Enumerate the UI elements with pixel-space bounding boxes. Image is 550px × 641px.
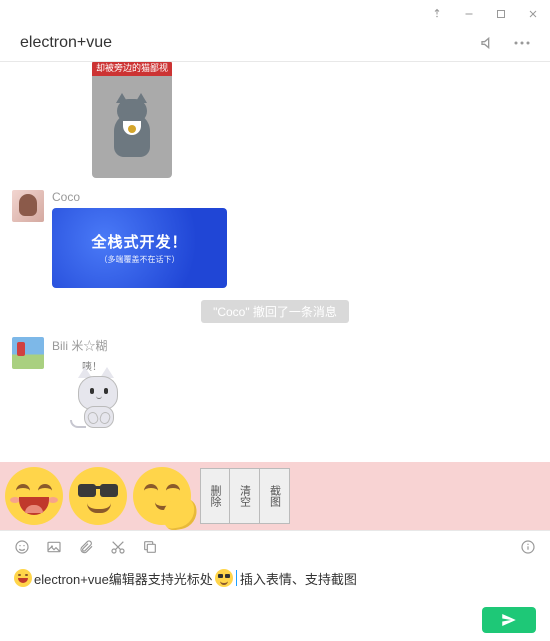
inline-emoji-cool-icon	[215, 569, 233, 587]
message-image[interactable]: 全栈式开发！ （多端覆盖不在话下）	[52, 208, 227, 288]
chat-title: electron+vue	[20, 34, 112, 52]
window-titlebar	[0, 0, 550, 28]
attach-icon[interactable]	[78, 539, 94, 555]
smiley-icon[interactable]	[14, 539, 30, 555]
emoji-panel: 删除 清空 截图	[0, 462, 550, 530]
recall-notice: "Coco" 撤回了一条消息	[12, 300, 538, 323]
emoji-cool-icon[interactable]	[69, 467, 127, 525]
recall-text: "Coco" 撤回了一条消息	[201, 300, 349, 323]
message-item: Bili 米☆糊 咦！	[12, 337, 538, 436]
send-button[interactable]	[482, 607, 536, 633]
clear-emoji-button[interactable]: 清空	[230, 468, 260, 524]
compose-text-before: electron+vue编辑器支持光标处	[34, 569, 213, 588]
compose-area: electron+vue编辑器支持光标处 插入表情、支持截图	[0, 530, 550, 601]
screenshot-button[interactable]: 截图	[260, 468, 290, 524]
emoji-panel-actions: 删除 清空 截图	[200, 468, 290, 524]
image-caption: 却被旁边的猫鄙视了	[92, 62, 172, 76]
avatar[interactable]	[12, 190, 44, 222]
minimize-icon[interactable]	[462, 7, 476, 21]
pin-icon[interactable]	[430, 7, 444, 21]
maximize-icon[interactable]	[494, 7, 508, 21]
close-icon[interactable]	[526, 7, 540, 21]
send-icon	[500, 611, 518, 629]
sender-name: Bili 米☆糊	[52, 337, 134, 354]
message-item: 却被旁边的猫鄙视了	[12, 62, 538, 178]
image-main-text: 全栈式开发！	[91, 231, 187, 252]
chat-header: electron+vue	[0, 28, 550, 62]
compose-toolbar	[14, 539, 536, 555]
emoji-shy-icon[interactable]	[133, 467, 191, 525]
send-area	[0, 601, 550, 641]
image-icon[interactable]	[46, 539, 62, 555]
cut-icon[interactable]	[110, 539, 126, 555]
delete-emoji-button[interactable]: 删除	[200, 468, 230, 524]
broadcast-icon[interactable]	[480, 35, 496, 51]
text-caret	[236, 570, 237, 586]
more-icon[interactable]	[514, 41, 530, 45]
avatar[interactable]	[12, 337, 44, 369]
emoji-smile-icon[interactable]	[5, 467, 63, 525]
message-image[interactable]: 却被旁边的猫鄙视了	[92, 62, 172, 178]
sender-name: Coco	[52, 190, 227, 204]
header-actions	[480, 35, 530, 51]
inline-emoji-smile-icon	[14, 569, 32, 587]
message-sticker[interactable]: 咦！	[64, 358, 134, 436]
copy-icon[interactable]	[142, 539, 158, 555]
image-sub-text: （多端覆盖不在话下）	[100, 254, 180, 265]
message-list: 却被旁边的猫鄙视了 Coco 全栈式开发！ （多端覆盖不在话下） "Coco" …	[0, 62, 550, 462]
compose-input[interactable]: electron+vue编辑器支持光标处 插入表情、支持截图	[14, 565, 536, 591]
info-icon[interactable]	[520, 539, 536, 555]
compose-text-after: 插入表情、支持截图	[240, 569, 357, 588]
message-item: Coco 全栈式开发！ （多端覆盖不在话下）	[12, 190, 538, 288]
